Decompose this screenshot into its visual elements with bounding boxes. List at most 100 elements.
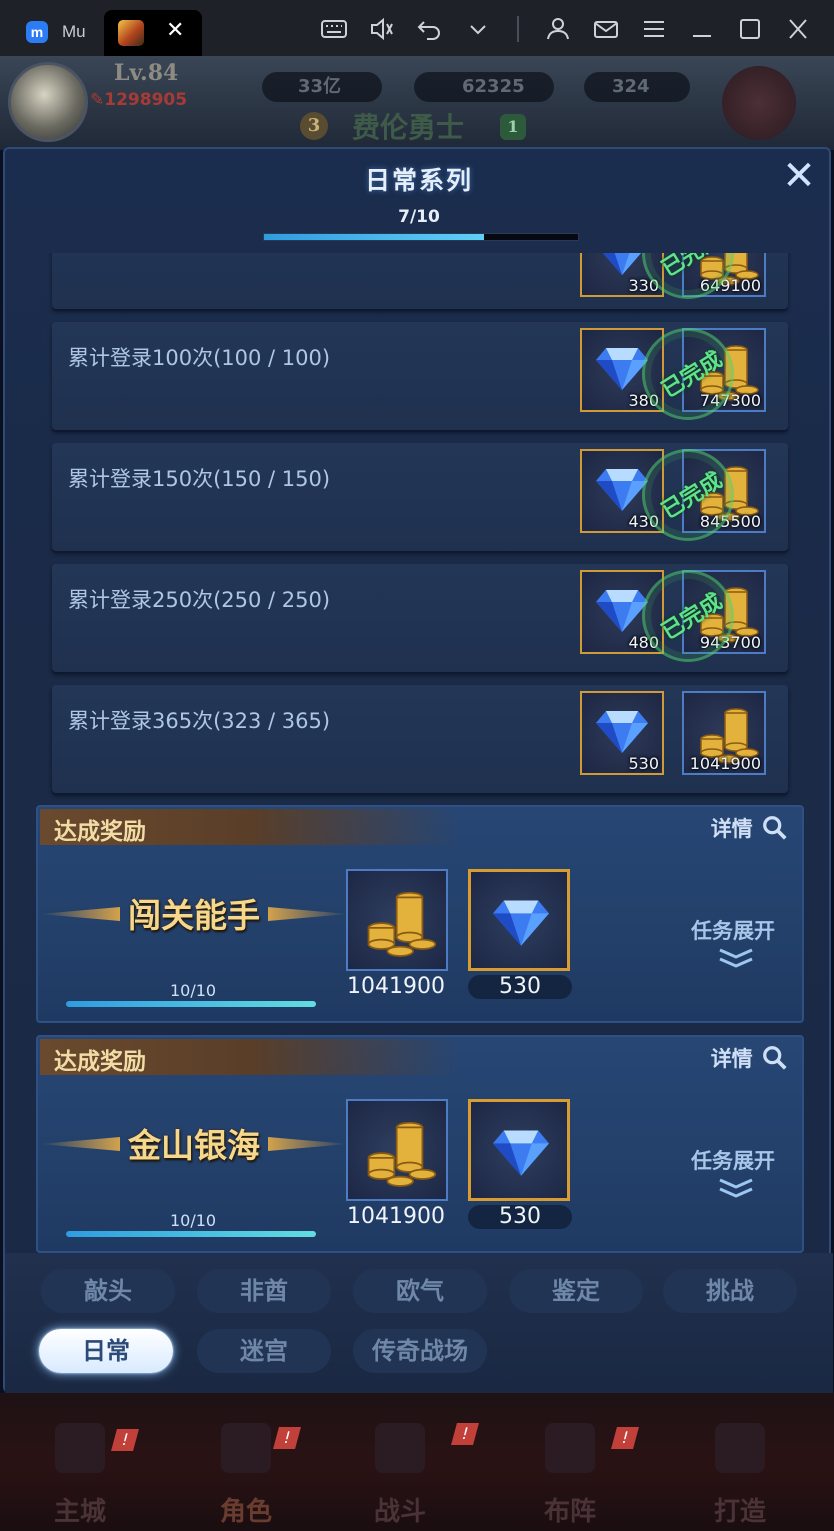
diamond-counter-value: 62325 bbox=[462, 76, 525, 97]
helmet-icon bbox=[221, 1423, 271, 1473]
completed-stamp-text: 已完成 bbox=[657, 347, 727, 404]
maximize-icon[interactable] bbox=[732, 12, 768, 46]
achievement-count: 10/10 bbox=[170, 981, 217, 1000]
achievement-detail-label: 详情 bbox=[710, 816, 753, 841]
diamond-icon bbox=[493, 1130, 549, 1176]
diamond-icon bbox=[596, 590, 648, 632]
quest-scroll-icon[interactable] bbox=[722, 66, 796, 140]
castle-icon bbox=[55, 1423, 105, 1473]
ruby-counter[interactable]: 324 bbox=[584, 72, 690, 102]
nav-forge[interactable]: 打造 bbox=[670, 1423, 810, 1527]
diamond-icon bbox=[596, 711, 648, 753]
task-row: 累计登录100次(100 / 100) 380 747300 已完成 bbox=[52, 322, 788, 430]
tab-migong[interactable]: 迷宫 bbox=[197, 1329, 331, 1373]
diamond-counter[interactable]: 62325 bbox=[414, 72, 554, 102]
achievement-name: 金山银海 bbox=[40, 1119, 314, 1175]
achievement-name: 闯关能手 bbox=[40, 889, 314, 945]
keyboard-icon[interactable] bbox=[316, 12, 352, 46]
modal-close-icon[interactable]: ✕ bbox=[779, 156, 819, 197]
wing-ornament-right bbox=[268, 907, 348, 921]
nav-label: 主城 bbox=[53, 1497, 106, 1527]
task-list[interactable]: 330 649100 已完成 累计登录100次(100 / 100) 380 7… bbox=[10, 253, 826, 1253]
gold-counter[interactable]: 33亿 bbox=[262, 72, 382, 102]
achievement-gem-amount: 530 bbox=[468, 975, 572, 999]
task-gem-reward[interactable]: 530 bbox=[580, 691, 664, 775]
achievement-gold-reward[interactable] bbox=[346, 1099, 448, 1201]
magnifier-icon bbox=[763, 816, 787, 840]
completed-stamp: 已完成 bbox=[642, 449, 734, 541]
achievement-progress-bar bbox=[66, 1001, 316, 1007]
task-expand-button[interactable]: 任务展开 bbox=[678, 1145, 788, 1175]
game-bottom-nav: 主城 ! 角色 ! 战斗 ! 布阵 ! 打造 bbox=[0, 1393, 834, 1531]
tab-qiaotou[interactable]: 敲头 bbox=[41, 1269, 175, 1313]
player-power-value: 1298905 bbox=[104, 90, 188, 110]
task-expand-button[interactable]: 任务展开 bbox=[678, 915, 788, 945]
mail-icon[interactable] bbox=[588, 12, 624, 46]
browser-chrome: m Mu ✕ bbox=[0, 0, 834, 56]
double-chevron-down-icon[interactable] bbox=[716, 947, 756, 971]
gold-coins-icon bbox=[367, 1121, 437, 1187]
completed-stamp: 已完成 bbox=[642, 328, 734, 420]
gold-counter-value: 33亿 bbox=[298, 76, 342, 97]
completed-stamp: 已完成 bbox=[642, 570, 734, 662]
chevron-down-icon[interactable] bbox=[460, 12, 496, 46]
undo-icon[interactable] bbox=[412, 12, 448, 46]
achievement-gem-reward[interactable] bbox=[468, 869, 570, 971]
category-tabs: 敲头 非酋 欧气 鉴定 挑战 日常 迷宫 传奇战场 bbox=[5, 1253, 833, 1393]
tab-feiqiu[interactable]: 非酋 bbox=[197, 1269, 331, 1313]
user-icon[interactable] bbox=[540, 12, 576, 46]
anvil-icon bbox=[715, 1423, 765, 1473]
nav-label: 打造 bbox=[713, 1497, 766, 1527]
series-progress-fill bbox=[264, 234, 484, 240]
nav-label: 战斗 bbox=[373, 1497, 426, 1527]
gold-coins-icon bbox=[367, 891, 437, 957]
player-power: ✎1298905 bbox=[90, 90, 188, 110]
achievement-gold-amount: 1041900 bbox=[347, 974, 445, 999]
volume-icon[interactable] bbox=[364, 12, 400, 46]
alert-badge: ! bbox=[451, 1423, 479, 1445]
player-avatar[interactable] bbox=[8, 62, 88, 142]
player-title: 费伦勇士 bbox=[352, 111, 465, 144]
tab-richang[interactable]: 日常 bbox=[39, 1329, 173, 1373]
menu-icon[interactable] bbox=[636, 12, 672, 46]
achievement-gold-reward[interactable] bbox=[346, 869, 448, 971]
series-progress-text: 7/10 bbox=[398, 207, 440, 227]
task-label: 累计登录365次(323 / 365) bbox=[68, 709, 331, 733]
completed-stamp-text: 已完成 bbox=[657, 253, 727, 283]
close-icon[interactable] bbox=[780, 12, 816, 46]
double-chevron-down-icon[interactable] bbox=[716, 1177, 756, 1201]
task-row: 累计登录150次(150 / 150) 430 845500 已完成 bbox=[52, 443, 788, 551]
nav-label: 布阵 bbox=[543, 1497, 596, 1527]
achievement-panel: 达成奖励 详情 闯关能手 10/10 1041900 530 任务展开 bbox=[36, 805, 804, 1023]
nav-battle[interactable]: 战斗 bbox=[330, 1423, 470, 1527]
crossed-swords-icon bbox=[375, 1423, 425, 1473]
task-gem-amount: 530 bbox=[628, 754, 659, 773]
task-gold-amount: 1041900 bbox=[689, 754, 761, 773]
task-expand-label: 任务展开 bbox=[691, 1148, 775, 1173]
tab-legend-battlefield[interactable]: 传奇战场 bbox=[353, 1329, 487, 1373]
achievement-detail-button[interactable]: 详情 bbox=[711, 1043, 790, 1073]
achievement-header-title: 达成奖励 bbox=[54, 818, 146, 845]
achievement-name-text: 闯关能手 bbox=[128, 896, 260, 935]
tab-ouqi[interactable]: 欧气 bbox=[353, 1269, 487, 1313]
achievement-detail-button[interactable]: 详情 bbox=[711, 813, 790, 843]
tab-jianding[interactable]: 鉴定 bbox=[509, 1269, 643, 1313]
achievement-progress-bar bbox=[66, 1231, 316, 1237]
minimize-icon[interactable] bbox=[684, 12, 720, 46]
achievement-gold-amount: 1041900 bbox=[347, 1204, 445, 1229]
diamond-icon bbox=[596, 469, 648, 511]
wing-ornament-left bbox=[40, 1137, 120, 1151]
task-label: 累计登录150次(150 / 150) bbox=[68, 467, 331, 491]
tab-tiaozhan[interactable]: 挑战 bbox=[663, 1269, 797, 1313]
task-label: 累计登录250次(250 / 250) bbox=[68, 588, 331, 612]
player-level: Lv.84 bbox=[114, 60, 179, 86]
achievement-gem-reward[interactable] bbox=[468, 1099, 570, 1201]
completed-stamp-text: 已完成 bbox=[657, 589, 727, 646]
achievement-header: 达成奖励 bbox=[40, 1039, 460, 1075]
achievement-header-title: 达成奖励 bbox=[54, 1048, 146, 1075]
diamond-icon bbox=[493, 900, 549, 946]
achievement-gem-amount: 530 bbox=[468, 1205, 572, 1229]
task-expand-label: 任务展开 bbox=[691, 918, 775, 943]
task-row: 累计登录250次(250 / 250) 480 943700 已完成 bbox=[52, 564, 788, 672]
task-gold-reward[interactable]: 1041900 bbox=[682, 691, 766, 775]
